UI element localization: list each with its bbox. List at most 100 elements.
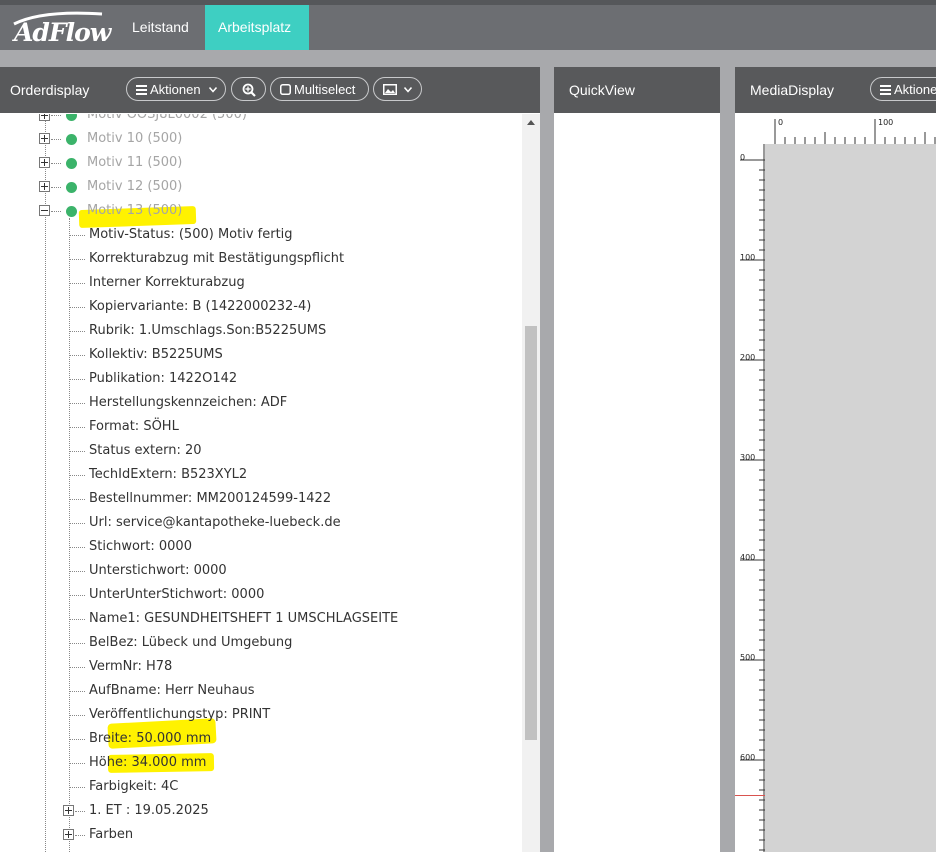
motiv-detail-row[interactable]: Name1: GESUNDHEITSHEFT 1 UMSCHLAGSEITE bbox=[89, 608, 398, 630]
tree-line bbox=[75, 835, 85, 836]
zoom-button[interactable] bbox=[231, 77, 266, 101]
motiv-detail-row[interactable]: Korrekturabzug mit Bestätigungspflicht bbox=[89, 248, 344, 270]
tree-line bbox=[70, 451, 85, 452]
tree-line bbox=[70, 259, 85, 260]
nav-tab-arbeitsplatz[interactable]: Arbeitsplatz bbox=[205, 5, 309, 50]
tree-scrollbar[interactable] bbox=[522, 114, 540, 852]
motiv-detail-row[interactable]: Bestellnummer: MM200124599-1422 bbox=[89, 488, 331, 510]
tree-line bbox=[70, 283, 85, 284]
checkbox-icon bbox=[280, 84, 291, 95]
nav-tab-leitstand[interactable]: Leitstand bbox=[119, 5, 202, 50]
top-bar: AdFlow Leitstand Arbeitsplatz bbox=[0, 0, 936, 50]
mediadisplay-header: MediaDisplay Aktione bbox=[735, 67, 936, 113]
ruler-label: 0 bbox=[778, 118, 783, 127]
motiv-node[interactable]: Motiv OOSJ8L0002 (500) bbox=[87, 114, 247, 126]
motiv-detail-row[interactable]: BelBez: Lübeck und Umgebung bbox=[89, 632, 292, 654]
motiv-detail-row[interactable]: AufBname: Herr Neuhaus bbox=[89, 680, 255, 702]
motiv-detail-row[interactable]: Veröffentlichungstyp: PRINT bbox=[89, 704, 270, 726]
tree-subnode-et[interactable]: 1. ET : 19.05.2025 bbox=[89, 800, 209, 822]
motiv-node-selected[interactable]: Motiv 13 (500) bbox=[87, 200, 182, 222]
adflow-logo[interactable]: AdFlow bbox=[13, 11, 111, 48]
expand-toggle[interactable] bbox=[39, 114, 50, 121]
expand-toggle[interactable] bbox=[39, 133, 50, 144]
expand-toggle[interactable] bbox=[63, 829, 74, 840]
status-dot bbox=[66, 114, 77, 121]
status-dot bbox=[66, 158, 77, 169]
panel-splitter[interactable] bbox=[540, 67, 554, 852]
ruler-horizontal: 0 100 bbox=[774, 118, 936, 144]
tree-line bbox=[51, 187, 61, 188]
mediadisplay-title: MediaDisplay bbox=[750, 82, 835, 98]
expand-toggle[interactable] bbox=[39, 157, 50, 168]
menu-icon bbox=[136, 85, 147, 95]
tree-line bbox=[70, 403, 85, 404]
motiv-detail-row[interactable]: Url: service@kantapotheke-luebeck.de bbox=[89, 512, 341, 534]
motiv-detail-row[interactable]: Motiv-Status: (500) Motiv fertig bbox=[89, 224, 293, 246]
tree-line bbox=[70, 235, 85, 236]
zoom-in-icon bbox=[242, 83, 256, 97]
aktionen-button[interactable]: Aktionen bbox=[126, 77, 226, 101]
media-canvas[interactable] bbox=[765, 144, 936, 852]
panel-splitter[interactable] bbox=[720, 67, 735, 852]
motiv-detail-row[interactable]: Status extern: 20 bbox=[89, 440, 202, 462]
motiv-detail-row[interactable]: Höhe: 34.000 mm bbox=[89, 752, 206, 774]
tree-line bbox=[51, 211, 61, 212]
aktionen-label: Aktionen bbox=[150, 82, 201, 97]
tree-line bbox=[51, 139, 61, 140]
tree-line bbox=[70, 715, 85, 716]
status-dot bbox=[66, 134, 77, 145]
motiv-node[interactable]: Motiv 12 (500) bbox=[87, 176, 182, 198]
motiv-detail-row[interactable]: Unterstichwort: 0000 bbox=[89, 560, 227, 582]
scroll-thumb[interactable] bbox=[525, 326, 537, 740]
tree-line bbox=[70, 763, 85, 764]
motiv-detail-row[interactable]: Kollektiv: B5225UMS bbox=[89, 344, 223, 366]
image-menu-button[interactable] bbox=[373, 77, 422, 101]
tree-line bbox=[69, 218, 70, 852]
expand-toggle[interactable] bbox=[39, 181, 50, 192]
quickview-body bbox=[554, 114, 720, 852]
motiv-detail-row[interactable]: Herstellungskennzeichen: ADF bbox=[89, 392, 287, 414]
chevron-down-icon bbox=[209, 87, 217, 93]
tree-line bbox=[70, 739, 85, 740]
motiv-detail-row[interactable]: UnterUnterStichwort: 0000 bbox=[89, 584, 264, 606]
tree-line bbox=[75, 811, 85, 812]
motiv-detail-row[interactable]: Farbigkeit: 4C bbox=[89, 776, 178, 798]
motiv-detail-row[interactable]: Rubrik: 1.Umschlags.Son:B5225UMS bbox=[89, 320, 326, 342]
tree-line bbox=[51, 115, 61, 116]
motiv-node[interactable]: Motiv 10 (500) bbox=[87, 128, 182, 150]
motiv-node[interactable]: Motiv 11 (500) bbox=[87, 152, 182, 174]
ruler-label: 500 bbox=[740, 653, 755, 662]
menu-icon bbox=[880, 85, 891, 95]
tree-line bbox=[70, 547, 85, 548]
tree-line bbox=[70, 643, 85, 644]
motiv-detail-row[interactable]: TechIdExtern: B523XYL2 bbox=[89, 464, 247, 486]
expand-toggle[interactable] bbox=[63, 805, 74, 816]
motiv-detail-row[interactable]: Format: SÖHL bbox=[89, 416, 179, 438]
multiselect-button[interactable]: Multiselect bbox=[270, 77, 369, 101]
motiv-detail-row[interactable]: Breite: 50.000 mm bbox=[89, 728, 211, 750]
order-tree: Motiv OOSJ8L0002 (500) Motiv 10 (500) Mo… bbox=[0, 114, 522, 852]
ruler-label: 100 bbox=[740, 253, 755, 262]
orderdisplay-title: Orderdisplay bbox=[10, 82, 90, 98]
scroll-up-arrow-icon[interactable] bbox=[527, 120, 535, 125]
collapse-toggle[interactable] bbox=[39, 205, 50, 216]
tree-line bbox=[70, 355, 85, 356]
tree-line bbox=[70, 523, 85, 524]
tree-line bbox=[70, 475, 85, 476]
ruler-label: 200 bbox=[740, 353, 755, 362]
tree-line bbox=[70, 427, 85, 428]
tree-line bbox=[70, 307, 85, 308]
ruler-label: 0 bbox=[740, 153, 745, 162]
motiv-detail-row[interactable]: VermNr: H78 bbox=[89, 656, 172, 678]
motiv-detail-row[interactable]: Kopiervariante: B (1422000232-4) bbox=[89, 296, 311, 318]
motiv-detail-row[interactable]: Interner Korrekturabzug bbox=[89, 272, 245, 294]
status-dot bbox=[66, 206, 77, 217]
tree-line bbox=[70, 499, 85, 500]
tree-line bbox=[51, 163, 61, 164]
tree-line bbox=[45, 114, 46, 852]
media-aktionen-button[interactable]: Aktione bbox=[870, 77, 936, 101]
tree-subnode-farben[interactable]: Farben bbox=[89, 824, 133, 846]
quickview-header: QuickView bbox=[554, 67, 720, 113]
motiv-detail-row[interactable]: Publikation: 1422O142 bbox=[89, 368, 237, 390]
motiv-detail-row[interactable]: Stichwort: 0000 bbox=[89, 536, 192, 558]
